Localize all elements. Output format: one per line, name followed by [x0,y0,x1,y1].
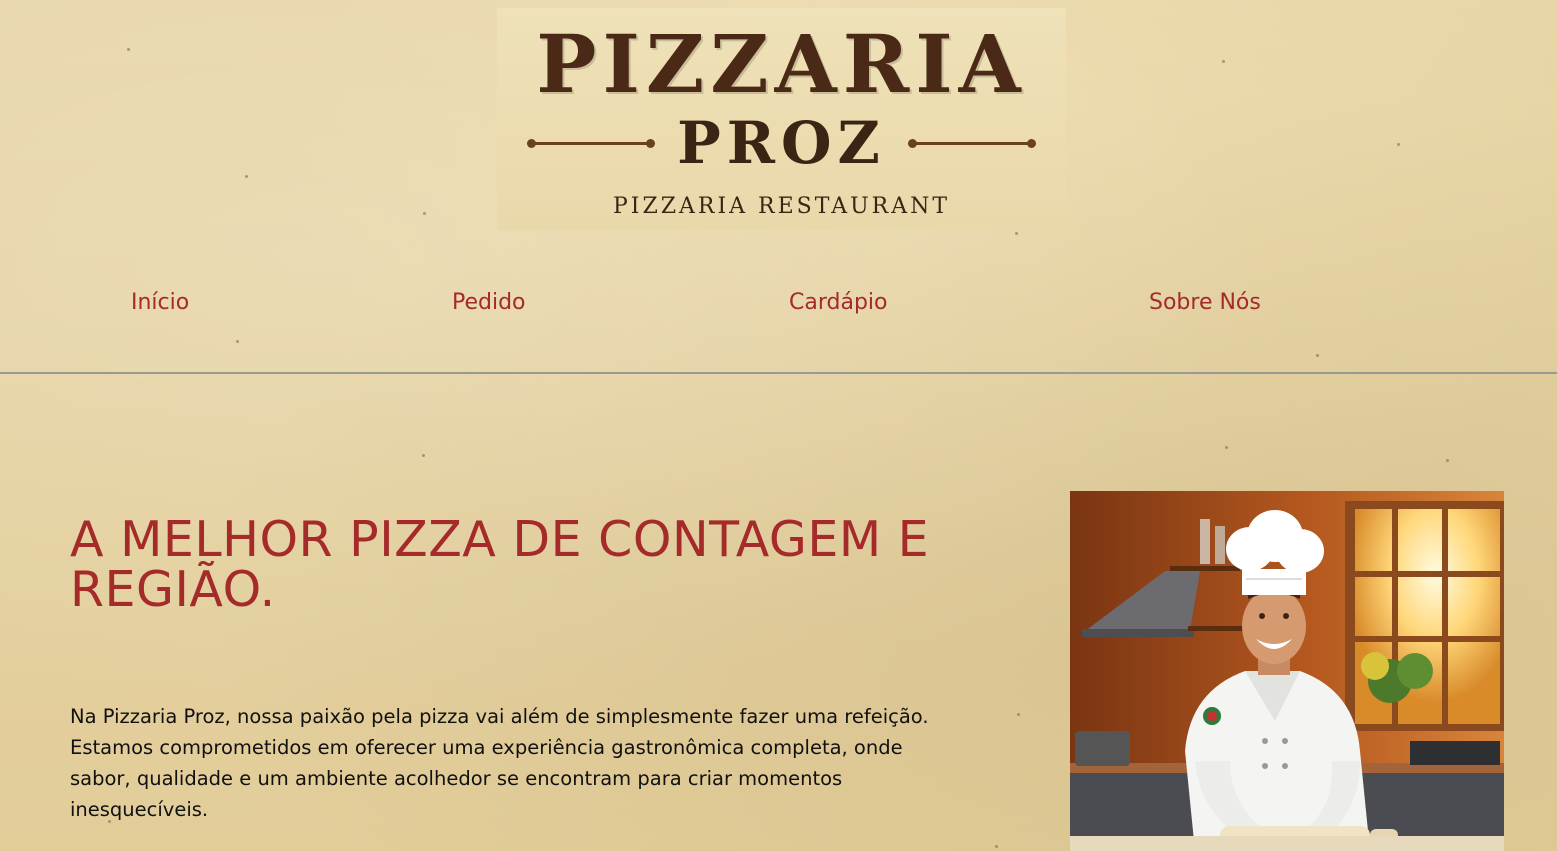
logo-ornament-right [907,138,1036,148]
nav-link-cardapio[interactable]: Cardápio [789,290,887,315]
nav-link-pedido[interactable]: Pedido [452,290,526,315]
logo-ornament-left [527,138,656,148]
hero-description: Na Pizzaria Proz, nossa paixão pela pizz… [70,705,929,821]
logo-subtitle-row: PROZ [497,114,1066,172]
chef-illustration [1070,491,1504,851]
nav-link-sobre-nos[interactable]: Sobre Nós [1149,290,1261,315]
hero-title: A MELHOR PIZZA DE CONTAGEM E REGIÃO. [70,511,930,618]
main-nav: Início Pedido Cardápio Sobre Nós [0,290,1557,324]
site-header: PIZZARIA PROZ PIZZARIA RESTAURANT Início… [0,0,1557,373]
logo-tagline: PIZZARIA RESTAURANT [612,194,951,219]
logo-title: PIZZARIA [536,17,1027,111]
logo[interactable]: PIZZARIA PROZ PIZZARIA RESTAURANT [497,8,1066,230]
logo-subtitle: PROZ [677,109,886,177]
header-divider [0,372,1557,374]
nav-link-inicio[interactable]: Início [131,290,189,315]
